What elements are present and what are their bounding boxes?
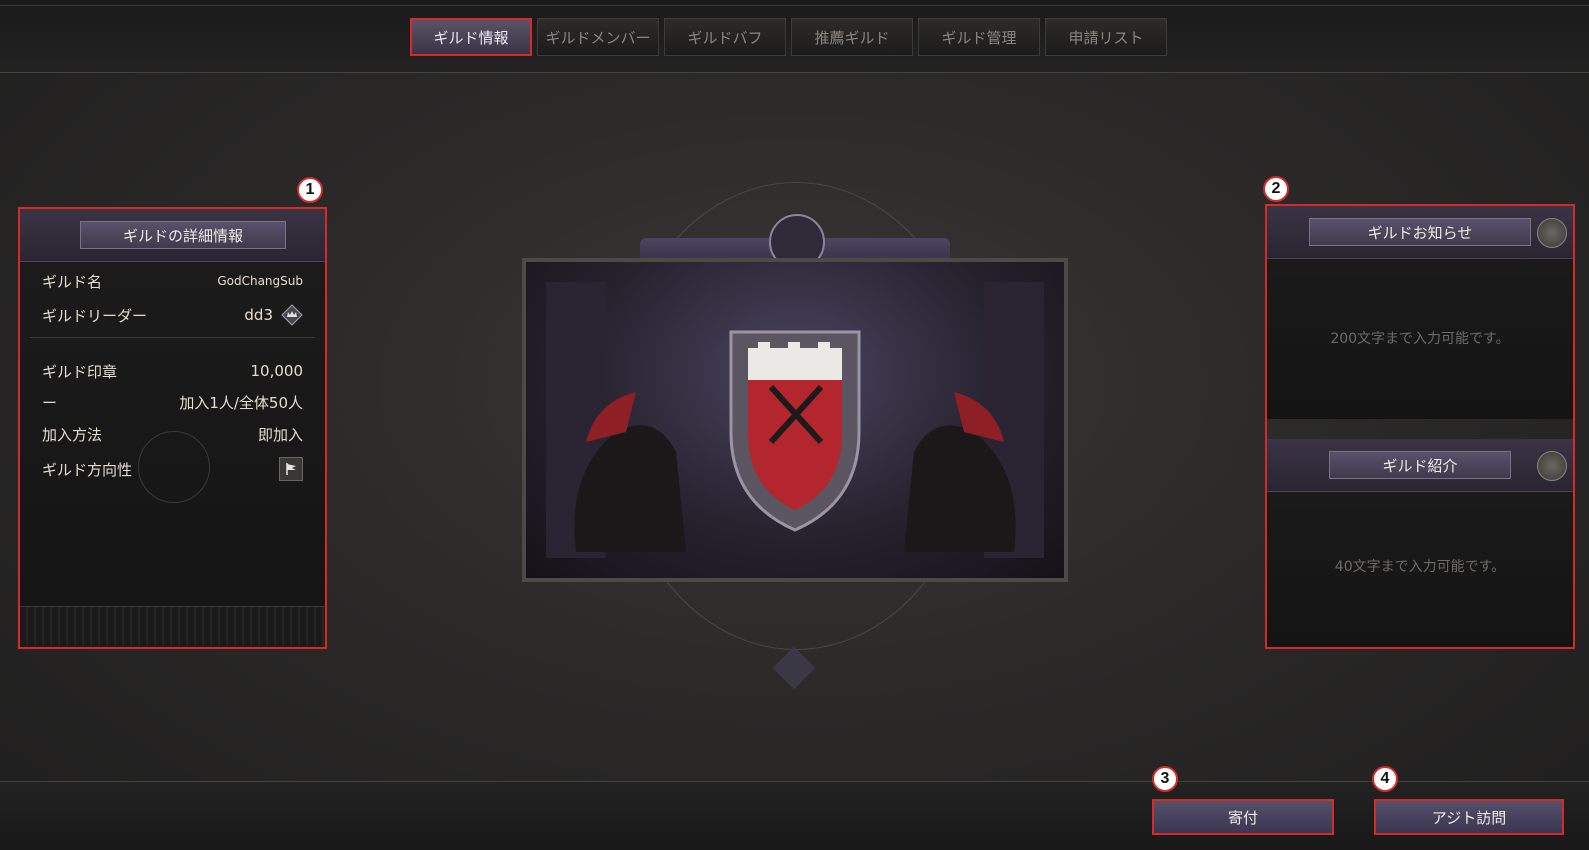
detail-value: 加入1人/全体50人 [179, 393, 303, 412]
detail-label: ギルド印章 [42, 362, 118, 381]
detail-row-members: ー 加入1人/全体50人 [42, 390, 303, 414]
notice-placeholder: 200文字まで入力可能です。 [1330, 331, 1510, 347]
decorative-footer [20, 606, 325, 647]
edit-intro-icon[interactable] [1537, 451, 1567, 481]
marker-4: 4 [1372, 766, 1398, 792]
tab-guild-info[interactable]: ギルド情報 [410, 18, 532, 56]
details-header: ギルドの詳細情報 [20, 209, 325, 262]
bottom-bar [0, 781, 1589, 850]
guild-details-panel: ギルドの詳細情報 ギルド名 GodChangSub ギルドリーダー dd3 ギル… [18, 207, 327, 649]
donate-button[interactable]: 寄付 [1152, 799, 1334, 835]
tab-guild-management[interactable]: ギルド管理 [918, 18, 1040, 56]
bottom-ornament [772, 646, 816, 690]
marker-3: 3 [1152, 766, 1178, 792]
tab-bar: ギルド情報 ギルドメンバー ギルドバフ 推薦ギルド ギルド管理 申請リスト [410, 18, 1167, 58]
detail-value: 即加入 [257, 425, 303, 444]
hideout-visit-button[interactable]: アジト訪問 [1374, 799, 1564, 835]
marker-2: 2 [1263, 176, 1289, 202]
detail-row-guild-seal: ギルド印章 10,000 [42, 359, 303, 383]
tab-recommended-guild[interactable]: 推薦ギルド [791, 18, 913, 56]
intro-panel: ギルド紹介 40文字まで入力可能です。 [1267, 439, 1573, 647]
detail-label: ギルドリーダー [42, 306, 148, 325]
detail-value: 10,000 [250, 362, 304, 380]
detail-value: GodChangSub [217, 274, 303, 288]
detail-label: ー [42, 393, 58, 412]
right-panels-group: ギルドお知らせ 200文字まで入力可能です。 ギルド紹介 40文字まで入力可能で… [1265, 204, 1575, 649]
top-bar: ギルド情報 ギルドメンバー ギルドバフ 推薦ギルド ギルド管理 申請リスト [0, 0, 1589, 73]
edit-notice-icon[interactable] [1537, 218, 1567, 248]
detail-label: 加入方法 [42, 425, 103, 444]
detail-value: dd3 [244, 306, 273, 324]
intro-header: ギルド紹介 [1267, 439, 1573, 492]
notice-title: ギルドお知らせ [1309, 218, 1531, 246]
detail-label: ギルド方向性 [42, 460, 133, 479]
top-divider [0, 5, 1589, 6]
tab-application-list[interactable]: 申請リスト [1045, 18, 1167, 56]
guild-crest-frame [522, 258, 1068, 582]
tab-guild-members[interactable]: ギルドメンバー [537, 18, 659, 56]
intro-placeholder: 40文字まで入力可能です。 [1334, 559, 1506, 575]
detail-row-guild-leader: ギルドリーダー dd3 [42, 303, 303, 327]
details-divider [30, 337, 315, 338]
flag-icon[interactable] [279, 457, 303, 481]
guild-crest-illustration [546, 282, 1044, 558]
detail-row-guild-name: ギルド名 GodChangSub [42, 269, 303, 293]
marker-1: 1 [297, 177, 323, 203]
notice-panel: ギルドお知らせ 200文字まで入力可能です。 [1267, 206, 1573, 419]
details-title: ギルドの詳細情報 [80, 221, 286, 249]
emblem-watermark [138, 431, 210, 503]
crown-icon [281, 304, 303, 326]
intro-title: ギルド紹介 [1329, 451, 1511, 479]
tab-guild-buff[interactable]: ギルドバフ [664, 18, 786, 56]
detail-label: ギルド名 [42, 272, 103, 291]
notice-header: ギルドお知らせ [1267, 206, 1573, 259]
